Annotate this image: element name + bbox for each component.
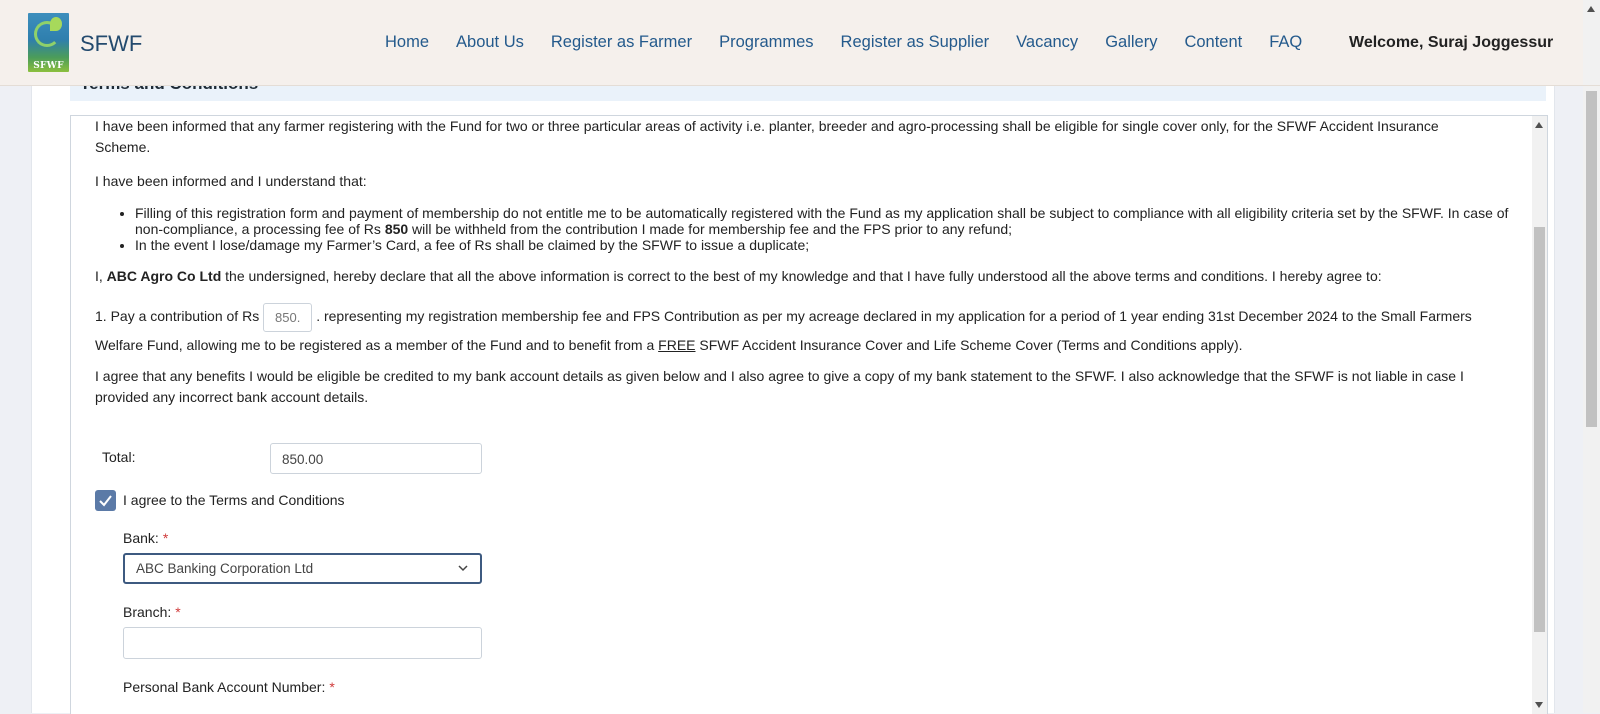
page-scrollbar[interactable] [1583,85,1600,713]
account-label: Personal Bank Account Number: * [123,679,335,695]
applicant-name: ABC Agro Co Ltd [106,268,222,284]
branch-label: Branch: * [123,604,181,620]
terms-panel: I have been informed that any farmer reg… [70,115,1548,714]
page-container: Terms and Conditions I have been informe… [31,85,1555,714]
total-input[interactable]: 850.00 [270,443,482,474]
sfwf-logo[interactable]: SFWF [28,13,69,72]
bank-select-value: ABC Banking Corporation Ltd [136,561,314,576]
terms-scrollbar[interactable] [1532,116,1547,714]
nav-gallery[interactable]: Gallery [1105,33,1157,52]
nav-faq[interactable]: FAQ [1269,33,1302,52]
nav-home[interactable]: Home [385,33,429,52]
required-mark: * [175,604,181,620]
bank-select[interactable]: ABC Banking Corporation Ltd [123,553,482,584]
contribution-amount-field[interactable]: 850. [263,303,313,332]
scroll-down-icon[interactable] [1535,702,1543,708]
welcome-user: Welcome, Suraj Joggessur [1349,34,1554,51]
free-label: FREE [658,337,696,353]
contribution-paragraph: 1. Pay a contribution of Rs 850.. represe… [95,303,1491,358]
scroll-up-icon[interactable] [1535,122,1543,128]
terms-list: Filling of this registration form and pa… [111,205,1515,253]
scrollbar-thumb[interactable] [1586,91,1597,427]
terms-paragraph: I have been informed that any farmer reg… [95,118,1439,155]
nav-vacancy[interactable]: Vacancy [1016,33,1078,52]
branch-input[interactable] [123,627,482,659]
nav-register-supplier[interactable]: Register as Supplier [841,33,990,52]
declaration-paragraph: I, ABC Agro Co Ltd the undersigned, here… [95,268,1382,284]
check-icon [99,495,112,507]
logo-text: SFWF [33,61,64,71]
list-item: Filling of this registration form and pa… [135,205,1515,237]
logo-leaf-shape [50,17,62,31]
scrollbar-thumb[interactable] [1534,227,1545,632]
site-header: SFWF SFWF Home About Us Register as Farm… [0,0,1600,86]
brand-name[interactable]: SFWF [80,31,142,57]
bank-label: Bank: * [123,530,169,546]
nav-programmes[interactable]: Programmes [719,33,813,52]
required-mark: * [162,530,169,546]
agree-label[interactable]: I agree to the Terms and Conditions [123,492,345,508]
nav-register-farmer[interactable]: Register as Farmer [551,33,692,52]
terms-paragraph: I have been informed and I understand th… [95,173,367,189]
section-title: Terms and Conditions [80,85,258,94]
page-scrollbar-top[interactable] [1583,0,1600,85]
terms-paragraph: I agree that any benefits I would be eli… [95,368,1464,405]
total-label: Total: [102,449,136,465]
list-item: In the event I lose/damage my Farmer’s C… [135,237,1515,253]
required-mark: * [329,679,335,695]
scroll-up-icon[interactable] [1587,6,1595,12]
agree-checkbox[interactable] [95,490,116,511]
nav-about-us[interactable]: About Us [456,33,524,52]
section-header: Terms and Conditions [70,85,1546,101]
main-nav: Home About Us Register as Farmer Program… [385,33,1329,52]
nav-content[interactable]: Content [1184,33,1242,52]
chevron-down-icon [458,565,468,572]
